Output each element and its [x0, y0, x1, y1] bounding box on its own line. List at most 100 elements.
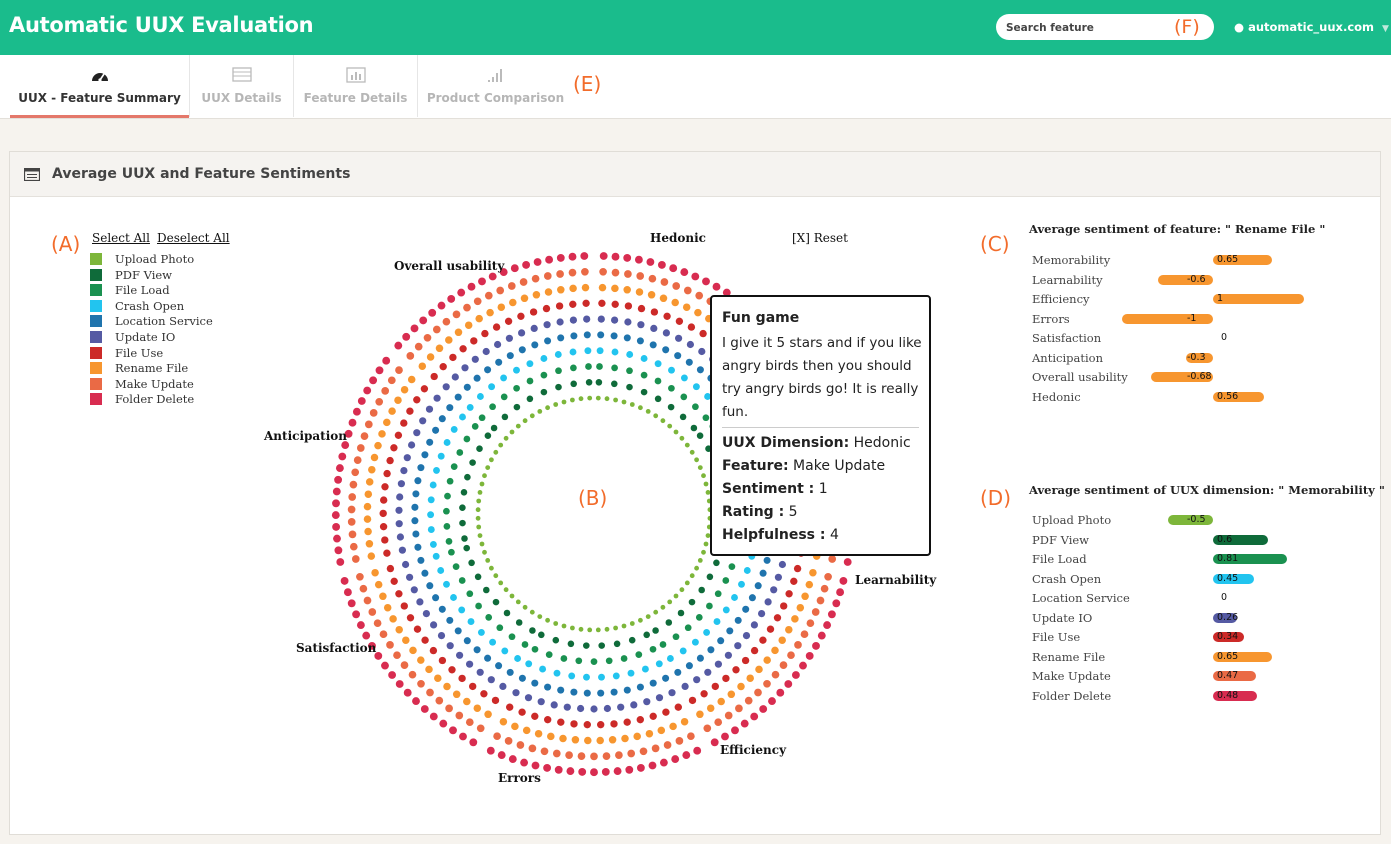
- sentiment-dot[interactable]: [449, 726, 457, 735]
- sentiment-dot[interactable]: [429, 712, 438, 721]
- sentiment-dot[interactable]: [680, 268, 689, 277]
- sentiment-dot[interactable]: [432, 552, 440, 560]
- sentiment-dot[interactable]: [445, 704, 453, 713]
- sentiment-dot[interactable]: [654, 360, 662, 368]
- sentiment-dot[interactable]: [518, 346, 526, 354]
- sentiment-dot[interactable]: [395, 506, 403, 514]
- sentiment-dot[interactable]: [597, 331, 605, 339]
- sentiment-dot[interactable]: [699, 329, 707, 338]
- sentiment-dot[interactable]: [671, 755, 680, 764]
- sentiment-dot[interactable]: [333, 534, 341, 543]
- sentiment-dot[interactable]: [531, 645, 539, 653]
- sentiment-dot[interactable]: [693, 746, 702, 755]
- sentiment-dot[interactable]: [598, 283, 607, 292]
- sentiment-dot[interactable]: [507, 282, 516, 290]
- sentiment-dot[interactable]: [806, 619, 815, 628]
- sentiment-dot[interactable]: [537, 409, 543, 414]
- sentiment-dot[interactable]: [624, 302, 633, 310]
- sentiment-dot[interactable]: [556, 270, 564, 278]
- sentiment-dot[interactable]: [839, 576, 848, 585]
- sentiment-dot[interactable]: [570, 380, 577, 388]
- sentiment-dot[interactable]: [515, 599, 521, 605]
- sentiment-dot[interactable]: [544, 337, 552, 345]
- sentiment-dot[interactable]: [416, 598, 424, 606]
- sentiment-dot[interactable]: [476, 524, 482, 530]
- sentiment-dot[interactable]: [463, 697, 471, 706]
- sentiment-dot[interactable]: [504, 737, 513, 745]
- sentiment-dot[interactable]: [583, 642, 590, 649]
- sentiment-dot[interactable]: [430, 372, 438, 381]
- sentiment-dot[interactable]: [634, 255, 643, 264]
- sentiment-dot[interactable]: [438, 415, 446, 423]
- sentiment-dot[interactable]: [477, 628, 485, 636]
- sentiment-dot[interactable]: [679, 413, 687, 421]
- sentiment-dot[interactable]: [649, 679, 657, 687]
- sentiment-dot[interactable]: [611, 300, 619, 308]
- sentiment-dot[interactable]: [394, 431, 403, 439]
- sentiment-dot[interactable]: [604, 396, 610, 402]
- sentiment-dot[interactable]: [537, 698, 545, 706]
- sentiment-dot[interactable]: [422, 610, 430, 618]
- sentiment-dot[interactable]: [543, 763, 552, 772]
- sentiment-dot[interactable]: [554, 765, 563, 774]
- sentiment-bar[interactable]: [1213, 294, 1304, 304]
- sentiment-dot[interactable]: [726, 627, 734, 635]
- sentiment-dot[interactable]: [413, 625, 422, 633]
- sentiment-dot[interactable]: [823, 621, 832, 630]
- sentiment-dot[interactable]: [426, 438, 434, 446]
- sentiment-dot[interactable]: [667, 599, 673, 605]
- sentiment-dot[interactable]: [649, 645, 657, 653]
- sentiment-dot[interactable]: [706, 602, 713, 610]
- sentiment-dot[interactable]: [443, 682, 451, 691]
- sentiment-dot[interactable]: [662, 674, 670, 682]
- sentiment-dot[interactable]: [529, 609, 535, 615]
- sentiment-dot[interactable]: [610, 688, 618, 696]
- sentiment-dot[interactable]: [381, 483, 389, 491]
- sentiment-dot[interactable]: [665, 619, 673, 626]
- sentiment-dot[interactable]: [595, 379, 603, 386]
- sentiment-dot[interactable]: [515, 619, 523, 626]
- sentiment-dot[interactable]: [529, 308, 538, 316]
- sentiment-dot[interactable]: [766, 625, 775, 633]
- sentiment-dot[interactable]: [403, 688, 412, 697]
- sentiment-dot[interactable]: [703, 724, 712, 733]
- sentiment-dot[interactable]: [465, 718, 474, 727]
- sentiment-dot[interactable]: [499, 682, 507, 691]
- sentiment-dot[interactable]: [643, 631, 650, 639]
- sentiment-dot[interactable]: [654, 395, 662, 403]
- sentiment-dot[interactable]: [701, 549, 706, 555]
- sentiment-dot[interactable]: [668, 689, 676, 697]
- sentiment-dot[interactable]: [417, 464, 425, 472]
- sentiment-dot[interactable]: [557, 334, 565, 342]
- sentiment-dot[interactable]: [544, 716, 552, 724]
- sentiment-dot[interactable]: [645, 729, 654, 738]
- sentiment-dot[interactable]: [645, 614, 651, 619]
- sentiment-dot[interactable]: [421, 636, 429, 644]
- sentiment-dot[interactable]: [585, 363, 592, 370]
- sentiment-dot[interactable]: [812, 641, 820, 650]
- sentiment-dot[interactable]: [583, 721, 591, 729]
- sentiment-dot[interactable]: [691, 638, 699, 646]
- sentiment-dot[interactable]: [602, 752, 611, 760]
- sentiment-dot[interactable]: [475, 515, 481, 521]
- sentiment-dot[interactable]: [528, 744, 537, 753]
- sentiment-dot[interactable]: [531, 341, 539, 349]
- sentiment-dot[interactable]: [482, 473, 487, 479]
- sentiment-dot[interactable]: [610, 332, 618, 340]
- sentiment-dot[interactable]: [596, 347, 604, 355]
- sentiment-dot[interactable]: [456, 651, 464, 659]
- sentiment-dot[interactable]: [352, 610, 361, 619]
- sentiment-dot[interactable]: [727, 690, 736, 699]
- sentiment-dot[interactable]: [348, 530, 357, 539]
- sentiment-dot[interactable]: [659, 641, 667, 648]
- sentiment-dot[interactable]: [386, 456, 394, 465]
- sentiment-dot[interactable]: [414, 543, 422, 551]
- sentiment-dot[interactable]: [473, 297, 482, 306]
- sentiment-dot[interactable]: [503, 609, 511, 617]
- sentiment-dot[interactable]: [403, 454, 411, 462]
- sentiment-dot[interactable]: [484, 366, 492, 374]
- sentiment-dot[interactable]: [443, 507, 450, 515]
- sentiment-dot[interactable]: [621, 734, 629, 743]
- sentiment-dot[interactable]: [473, 646, 481, 654]
- sentiment-dot[interactable]: [695, 291, 704, 300]
